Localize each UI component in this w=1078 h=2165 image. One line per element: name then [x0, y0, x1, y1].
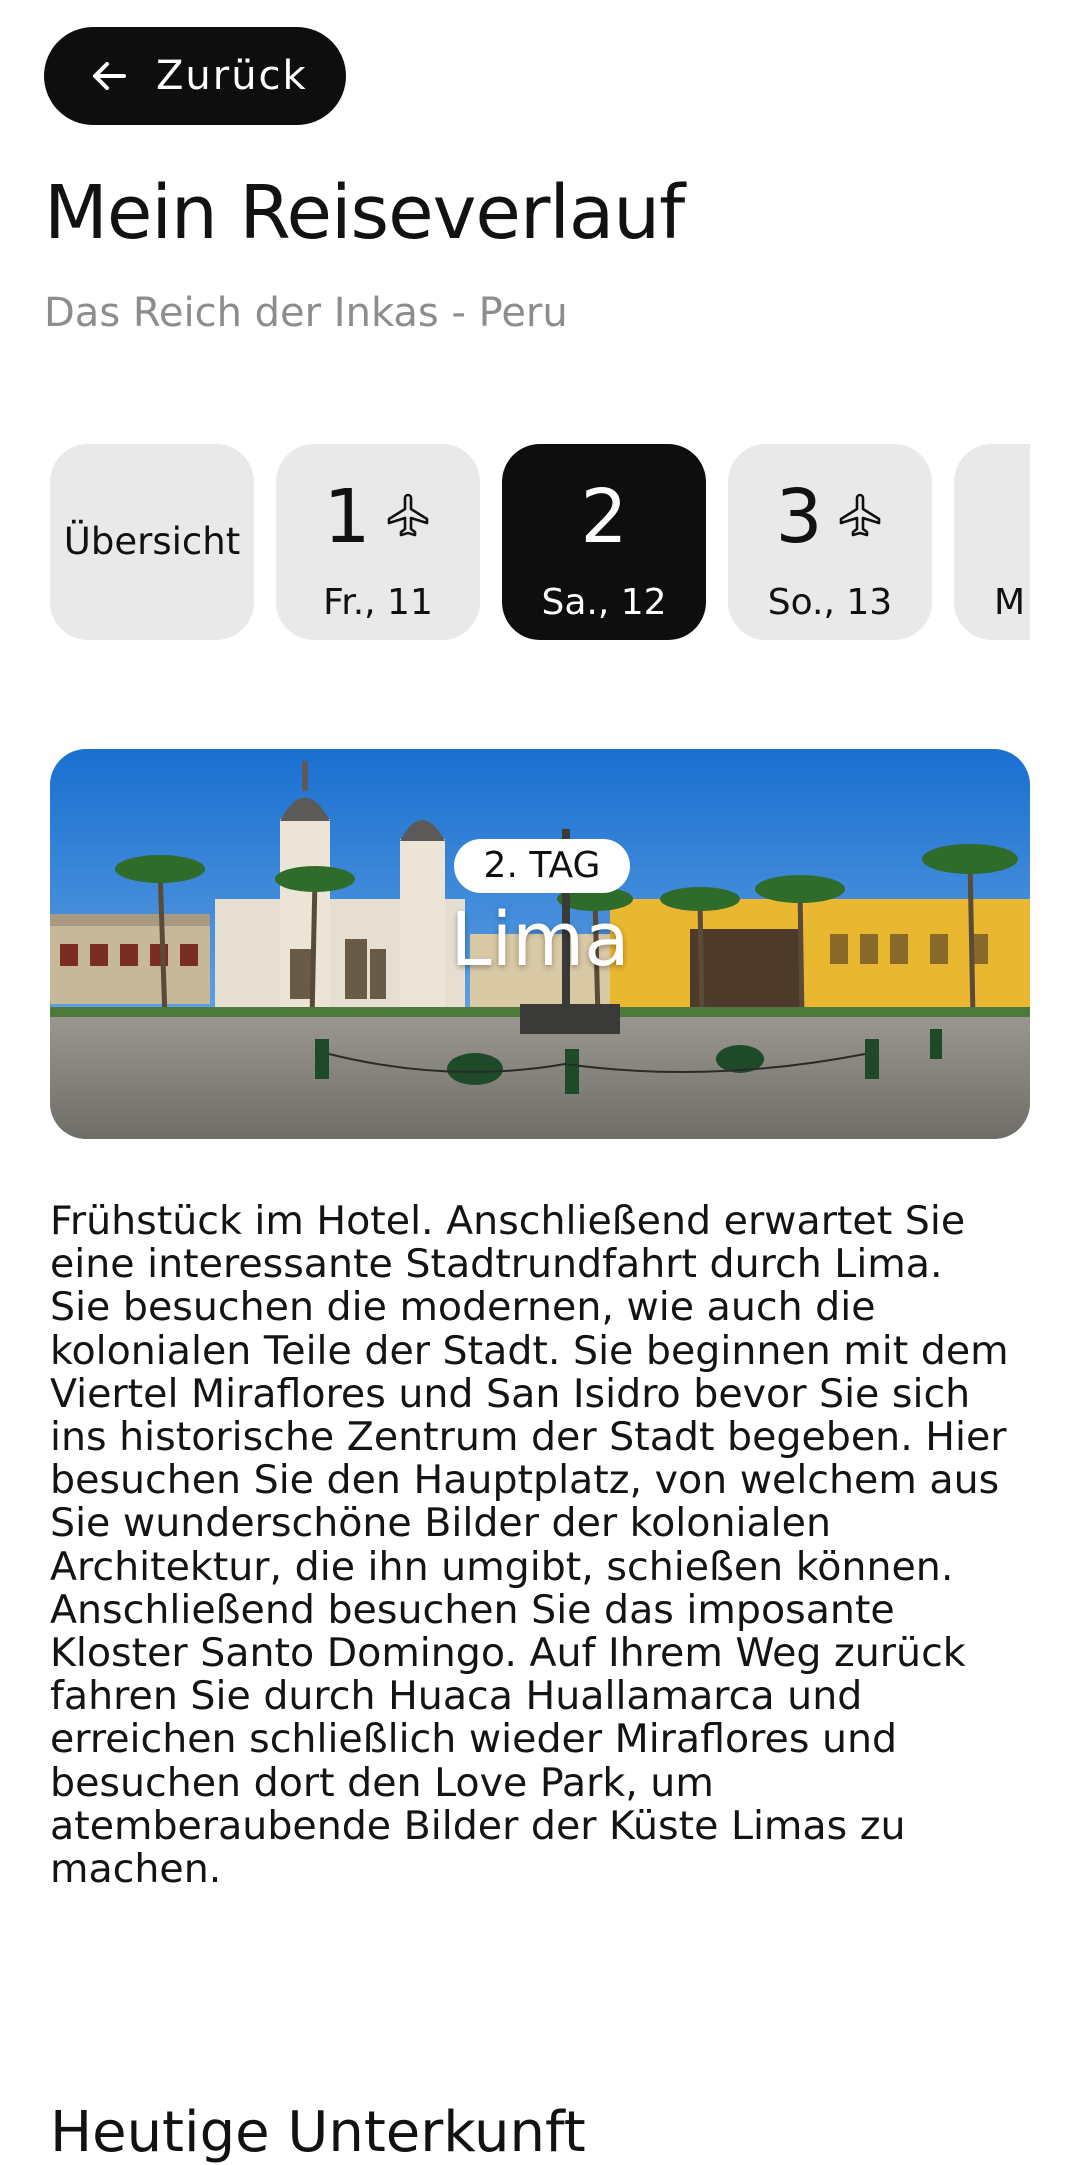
day-number-value: 3: [775, 474, 823, 560]
city-title: Lima: [450, 897, 630, 983]
tab-day-4[interactable]: M: [954, 444, 1030, 640]
day-number: 2: [580, 474, 628, 560]
day-description: Frühstück im Hotel. Anschließend erwarte…: [50, 1198, 1009, 1893]
page-title: Mein Reiseverlauf: [44, 170, 685, 256]
day-date: So., 13: [767, 582, 893, 623]
tab-day-1[interactable]: 1 Fr., 11: [276, 444, 480, 640]
day-number-value: 1: [323, 474, 371, 560]
airplane-icon: [387, 494, 428, 537]
day-date: Fr., 11: [323, 582, 433, 623]
back-button[interactable]: Zurück: [44, 27, 346, 125]
arrow-left-icon: [93, 62, 126, 90]
tab-overview[interactable]: Übersicht: [50, 444, 254, 640]
tab-overview-label: Übersicht: [63, 520, 241, 563]
day-date: Sa., 12: [541, 582, 667, 623]
tab-day-2[interactable]: 2 Sa., 12: [502, 444, 706, 640]
tab-day-3[interactable]: 3 So., 13: [728, 444, 932, 640]
day-selector: Übersicht 1 Fr., 11 2 Sa., 12 3 So., 13 …: [50, 444, 1030, 640]
back-button-label: Zurück: [156, 53, 308, 99]
day-number: 1: [276, 480, 480, 554]
day-date: M: [994, 582, 1026, 623]
day-badge: 2. TAG: [454, 839, 630, 893]
airplane-icon: [839, 494, 880, 537]
page-subtitle: Das Reich der Inkas - Peru: [44, 290, 568, 336]
day-number: 3: [728, 480, 932, 554]
hero-image: 2. TAG Lima: [50, 749, 1030, 1139]
accommodation-heading: Heutige Unterkunft: [50, 2100, 586, 2165]
